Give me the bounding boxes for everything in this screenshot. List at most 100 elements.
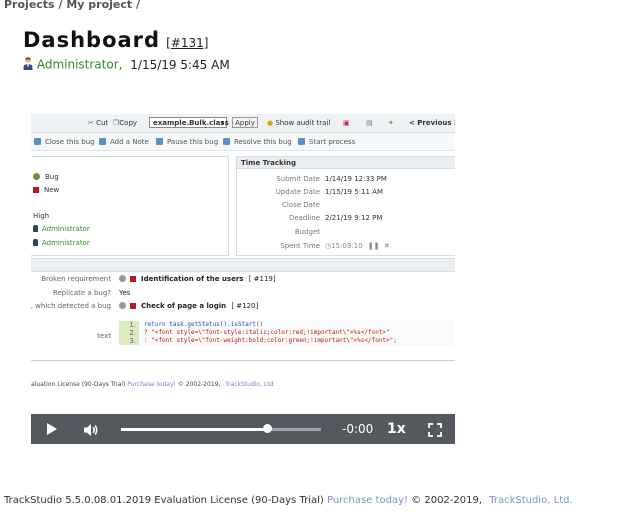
chevron-down-icon: ▾ [220,119,224,127]
author-link[interactable]: Administrator, [37,58,123,72]
fullscreen-icon[interactable] [428,422,442,441]
breadcrumb: Projects / My project / [4,0,140,11]
breadcrumb-projects[interactable]: Projects [4,0,55,11]
action-start-process[interactable]: Start process [298,138,355,146]
line-number: 2. [119,329,139,337]
text-label: text [97,332,111,340]
stop-icon[interactable]: ✕ [384,242,390,250]
code-line: return task.getStatus().isStart() [144,321,264,328]
broken-requirement-link[interactable]: Identification of the users [141,275,243,283]
time-tracking-panel: Time Tracking Submit Date 1/14/19 12:33 … [236,156,455,256]
action-label: Resolve this bug [234,138,292,146]
pdf-icon[interactable]: ▣ [343,119,350,127]
spent-time-text: 15:09:10 [331,242,363,250]
purchase-link[interactable]: Purchase today! [327,495,408,506]
action-icon [156,138,163,145]
user-icon [23,57,33,73]
status-icon [130,276,136,282]
status-label: New [44,186,60,194]
gear-icon [119,302,126,309]
company-link[interactable]: TrackStudio, Ltd. [489,495,572,506]
copyright-text: © 2002-2019, [411,495,483,506]
broken-requirement-ref[interactable]: [ #119] [249,275,276,283]
timestamp: 1/15/19 5:45 AM [130,57,230,72]
spent-time-value: ◷15:09:10 ❚❚ ✕ [325,242,390,250]
play-icon[interactable] [47,423,57,435]
subscribe-icon[interactable]: ✦ [388,119,394,127]
replicate-value: Yes [119,289,131,297]
progress-track[interactable] [121,424,321,433]
submit-date-value: 1/14/19 12:33 PM [325,175,387,183]
breadcrumb-my-project[interactable]: My project [66,0,132,11]
submit-date-label: Submit Date [276,175,320,183]
phase-ref[interactable]: [ #120] [231,302,258,310]
page-title: Dashboard [#131] [23,28,208,52]
task-actions: Close this bug Add a Note Pause this bug… [31,133,455,151]
deadline-label: Deadline [288,214,320,222]
broken-requirement-value: Identification of the users [ #119] [119,275,276,283]
submitter-link[interactable]: Administrator [33,225,90,233]
audit-trail-button[interactable]: ● Show audit trail [267,119,330,127]
status-value: New [33,186,59,194]
budget-label: Budget [294,228,320,236]
handler-link[interactable]: Administrator [33,239,90,247]
action-label: Add a Note [110,138,149,146]
page-title-text: Dashboard [23,28,161,52]
cut-label: Cut [96,119,109,127]
pause-icon[interactable]: ❚❚ [368,242,380,250]
copy-button[interactable]: ❐Copy [113,119,137,127]
previous-label: < Previous [409,119,452,127]
action-close-bug[interactable]: Close this bug [34,138,95,146]
playback-speed-button[interactable]: 1x [387,421,406,437]
phase-label: ase, which detected a bug [31,302,111,310]
embedded-purchase-link[interactable]: Purchase today! [127,381,176,388]
progress-fill [121,428,267,431]
embedded-copyright: © 2002-2019, [177,381,221,388]
code-line: ? "<font style=\"font-style:italic;color… [144,329,390,336]
task-properties-panel: Bug New High Administrator Administrator [31,156,229,256]
priority-value: High [33,212,50,220]
update-date-label: Update Date [275,188,320,196]
action-icon [298,138,305,145]
action-pause-bug[interactable]: Pause this bug [156,138,218,146]
type-label: Bug [45,173,59,181]
type-value: Bug [33,173,59,181]
video-controls: -0:00 1x [31,414,455,444]
embedded-company-link[interactable]: TrackStudio, Ltd. [225,381,275,388]
bug-icon [33,173,40,180]
video-frame[interactable]: ✂ Cut ❐Copy example.Bulk.class ▾ Apply ●… [31,114,455,414]
handler-label: Administrator [42,239,90,247]
scissors-icon: ✂ [88,119,94,127]
print-icon[interactable]: ▤ [366,119,373,127]
status-icon [130,303,136,309]
previous-button[interactable]: < Previous 2 [409,119,455,127]
apply-button[interactable]: Apply [232,117,258,128]
close-date-label: Close Date [281,201,320,209]
divider [31,360,455,361]
volume-icon[interactable] [83,422,99,441]
action-icon [99,138,106,145]
embedded-footer: aluation License (90-Days Trial) Purchas… [31,381,275,388]
action-icon [223,138,230,145]
section-divider [31,258,455,272]
phase-value: Check of page a login [ #120] [119,302,258,310]
deadline-value: 2/21/19 9:12 PM [325,214,383,222]
code-line: : "<font style=\"font-weight:bold;color:… [144,337,397,344]
page-meta: Administrator, 1/15/19 5:45 AM [23,57,230,73]
action-add-note[interactable]: Add a Note [99,138,149,146]
copy-label: Copy [119,119,138,127]
task-toolbar: ✂ Cut ❐Copy example.Bulk.class ▾ Apply ●… [31,114,455,133]
task-number-link[interactable]: [#131] [166,36,208,50]
license-text: TrackStudio 5.5.0.08.01.2019 Evaluation … [4,495,324,506]
line-number: 1. [119,321,139,329]
code-block: 1. 2. 3. return task.getStatus().isStart… [119,320,455,346]
action-resolve-bug[interactable]: Resolve this bug [223,138,292,146]
class-select[interactable]: example.Bulk.class ▾ [149,117,229,128]
action-icon [34,138,41,145]
page-footer: TrackStudio 5.5.0.08.01.2019 Evaluation … [4,495,573,506]
spent-time-label: Spent Time [280,242,320,250]
audit-label: Show audit trail [275,119,331,127]
phase-link[interactable]: Check of page a login [141,302,226,310]
cut-button[interactable]: ✂ Cut [88,119,108,127]
progress-knob[interactable] [263,424,272,433]
